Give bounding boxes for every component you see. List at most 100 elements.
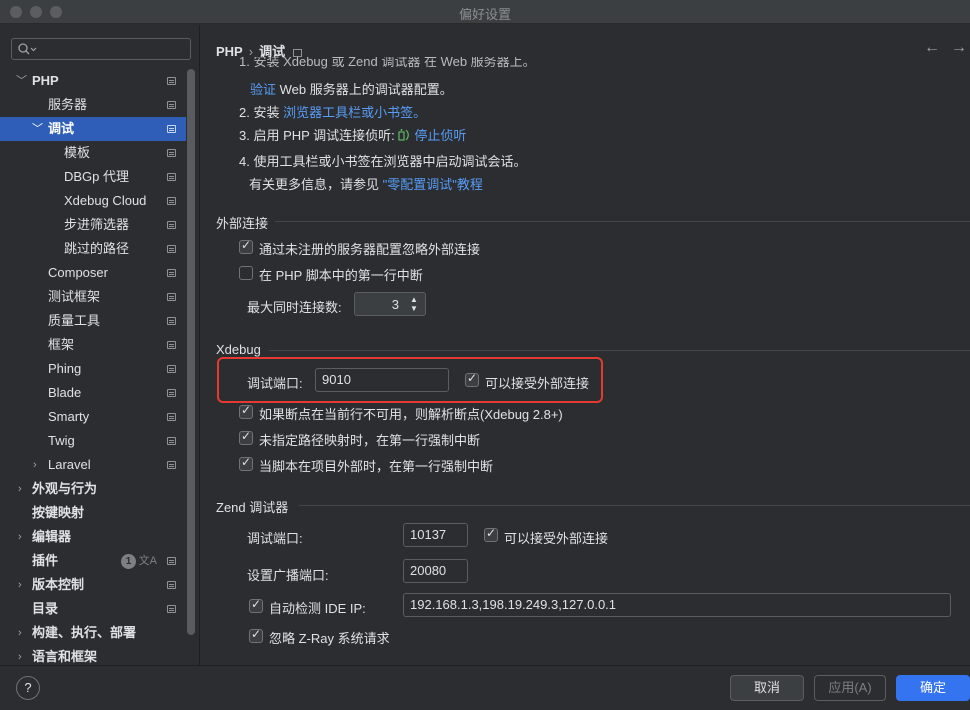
sidebar-item-xdebug-cloud[interactable]: Xdebug Cloud <box>0 189 186 213</box>
project-settings-icon <box>167 77 176 85</box>
project-settings-icon <box>167 557 176 565</box>
chevron-right-icon[interactable]: › <box>18 573 22 597</box>
chevron-down-icon[interactable]: ﹀ <box>32 117 43 141</box>
ok-button[interactable]: 确定 <box>896 675 970 701</box>
zero-config-tutorial-link[interactable]: "零配置调试"教程 <box>383 177 483 192</box>
install-toolbar-link[interactable]: 浏览器工具栏或小书签。 <box>283 105 426 120</box>
sidebar-item-build-execution-deployment[interactable]: › 构建、执行、部署 <box>0 621 186 645</box>
step-4-text: 4. 使用工具栏或小书签在浏览器中启动调试会话。 <box>239 154 527 169</box>
apply-button[interactable]: 应用(A) <box>814 675 886 701</box>
project-settings-icon <box>167 365 176 373</box>
section-divider <box>269 350 970 351</box>
chevron-right-icon[interactable]: › <box>18 525 22 549</box>
zend-accept-external-label: 可以接受外部连接 <box>504 531 609 546</box>
settings-sidebar: ﹀ PHP 服务器 ﹀ 调试 模板 DBGp 代理 Xdebug Cloud 步… <box>0 25 200 665</box>
xdebug-accept-external-checkbox[interactable] <box>465 371 479 387</box>
sidebar-item-test-frameworks[interactable]: 测试框架 <box>0 285 186 309</box>
break-first-line-label: 在 PHP 脚本中的第一行中断 <box>259 268 423 283</box>
auto-detect-ide-ip-label: 自动检测 IDE IP: <box>269 601 366 616</box>
sidebar-item-skipped-paths[interactable]: 跳过的路径 <box>0 237 186 261</box>
external-connections-heading: 外部连接 <box>216 216 269 231</box>
sidebar-item-editor[interactable]: › 编辑器 <box>0 525 186 549</box>
sidebar-item-twig[interactable]: Twig <box>0 429 186 453</box>
project-settings-icon <box>167 437 176 445</box>
break-first-line-checkbox[interactable] <box>239 266 253 280</box>
chevron-right-icon[interactable]: › <box>18 477 22 501</box>
auto-detect-ide-ip-checkbox[interactable] <box>249 597 263 613</box>
sidebar-item-smarty[interactable]: Smarty <box>0 405 186 429</box>
sidebar-item-laravel[interactable]: › Laravel <box>0 453 186 477</box>
chevron-down-icon[interactable]: ﹀ <box>16 69 27 93</box>
ignore-zray-label: 忽略 Z-Ray 系统请求 <box>269 631 390 646</box>
project-settings-icon <box>167 317 176 325</box>
project-settings-icon <box>167 125 176 133</box>
sidebar-item-servers[interactable]: 服务器 <box>0 93 186 117</box>
back-arrow-icon[interactable]: ← <box>924 39 940 57</box>
sidebar-scrollbar[interactable] <box>187 69 195 635</box>
sidebar-item-composer[interactable]: Composer <box>0 261 186 285</box>
resolve-breakpoint-label: 如果断点在当前行不可用，则解析断点(Xdebug 2.8+) <box>259 407 563 422</box>
sidebar-item-blade[interactable]: Blade <box>0 381 186 405</box>
ignore-zray-checkbox[interactable] <box>249 627 263 643</box>
project-settings-icon <box>293 48 303 57</box>
stop-listening-link[interactable]: 停止侦听 <box>414 128 466 143</box>
sidebar-item-dbgp-proxy[interactable]: DBGp 代理 <box>0 165 186 189</box>
force-break-outside-project-checkbox[interactable] <box>239 455 253 471</box>
sidebar-item-debug[interactable]: ﹀ 调试 <box>0 117 186 141</box>
step-1-cont: 验证 Web 服务器上的调试器配置。 <box>250 82 453 97</box>
chevron-right-icon[interactable]: › <box>18 645 22 665</box>
ignore-unregistered-label: 通过未注册的服务器配置忽略外部连接 <box>259 242 481 257</box>
xdebug-port-label: 调试端口: <box>247 376 303 391</box>
cancel-button[interactable]: 取消 <box>730 675 804 701</box>
sidebar-item-keymap[interactable]: 按键映射 <box>0 501 186 525</box>
max-connections-stepper[interactable]: 3 ▲ ▼ <box>354 292 426 316</box>
search-icon <box>17 42 41 56</box>
zend-debugger-heading: Zend 调试器 <box>216 500 289 515</box>
zend-accept-external-checkbox[interactable] <box>484 526 498 542</box>
force-break-no-mapping-checkbox[interactable] <box>239 429 253 445</box>
verify-link[interactable]: 验证 <box>250 82 276 97</box>
project-settings-icon <box>167 461 176 469</box>
sidebar-item-php[interactable]: ﹀ PHP <box>0 69 186 93</box>
resolve-breakpoint-checkbox[interactable] <box>239 403 253 419</box>
zend-port-input[interactable]: 10137 <box>403 523 468 547</box>
sidebar-item-frameworks[interactable]: 框架 <box>0 333 186 357</box>
stepper-arrows-icon[interactable]: ▲ ▼ <box>407 295 421 313</box>
sidebar-item-version-control[interactable]: › 版本控制 <box>0 573 186 597</box>
project-settings-icon <box>167 149 176 157</box>
xdebug-port-input[interactable]: 9010 <box>315 368 449 392</box>
broadcast-port-input[interactable]: 20080 <box>403 559 468 583</box>
xdebug-accept-external-label: 可以接受外部连接 <box>485 376 590 391</box>
settings-tree: ﹀ PHP 服务器 ﹀ 调试 模板 DBGp 代理 Xdebug Cloud 步… <box>0 69 186 665</box>
step-3-text: 3. 启用 PHP 调试连接侦听: 停止侦听 <box>239 128 467 143</box>
sidebar-item-appearance[interactable]: › 外观与行为 <box>0 477 186 501</box>
force-break-no-mapping-label: 未指定路径映射时，在第一行强制中断 <box>259 433 481 448</box>
sidebar-item-plugins[interactable]: 插件 1 文A <box>0 549 186 573</box>
sidebar-item-languages-frameworks[interactable]: › 语言和框架 <box>0 645 186 665</box>
project-settings-icon <box>167 221 176 229</box>
zend-port-label: 调试端口: <box>247 531 303 546</box>
max-connections-value: 3 <box>391 297 399 312</box>
sidebar-item-directories[interactable]: 目录 <box>0 597 186 621</box>
help-button[interactable]: ? <box>16 676 40 700</box>
project-settings-icon <box>167 101 176 109</box>
project-settings-icon <box>167 197 176 205</box>
ignore-unregistered-checkbox[interactable] <box>239 238 253 254</box>
chevron-right-icon[interactable]: › <box>18 621 22 645</box>
sidebar-item-quality-tools[interactable]: 质量工具 <box>0 309 186 333</box>
dialog-footer: ? 取消 应用(A) 确定 <box>0 665 970 710</box>
search-input[interactable] <box>11 38 191 60</box>
project-settings-icon <box>167 389 176 397</box>
forward-arrow-icon[interactable]: → <box>951 39 967 57</box>
project-settings-icon <box>167 269 176 277</box>
window-title: 偏好设置 <box>458 7 511 22</box>
max-connections-label: 最大同时连接数: <box>247 300 342 315</box>
xdebug-heading: Xdebug <box>216 342 261 357</box>
sidebar-item-phing[interactable]: Phing <box>0 357 186 381</box>
sidebar-item-templates[interactable]: 模板 <box>0 141 186 165</box>
force-break-outside-project-label: 当脚本在项目外部时，在第一行强制中断 <box>259 459 494 474</box>
sidebar-item-step-filters[interactable]: 步进筛选器 <box>0 213 186 237</box>
ide-ip-input[interactable]: 192.168.1.3,198.19.249.3,127.0.0.1 <box>403 593 951 617</box>
chevron-right-icon[interactable]: › <box>33 453 37 477</box>
step-1-text: 1. 安装 Xdebug 或 Zend 调试器 在 Web 服务器上。 <box>239 57 536 69</box>
